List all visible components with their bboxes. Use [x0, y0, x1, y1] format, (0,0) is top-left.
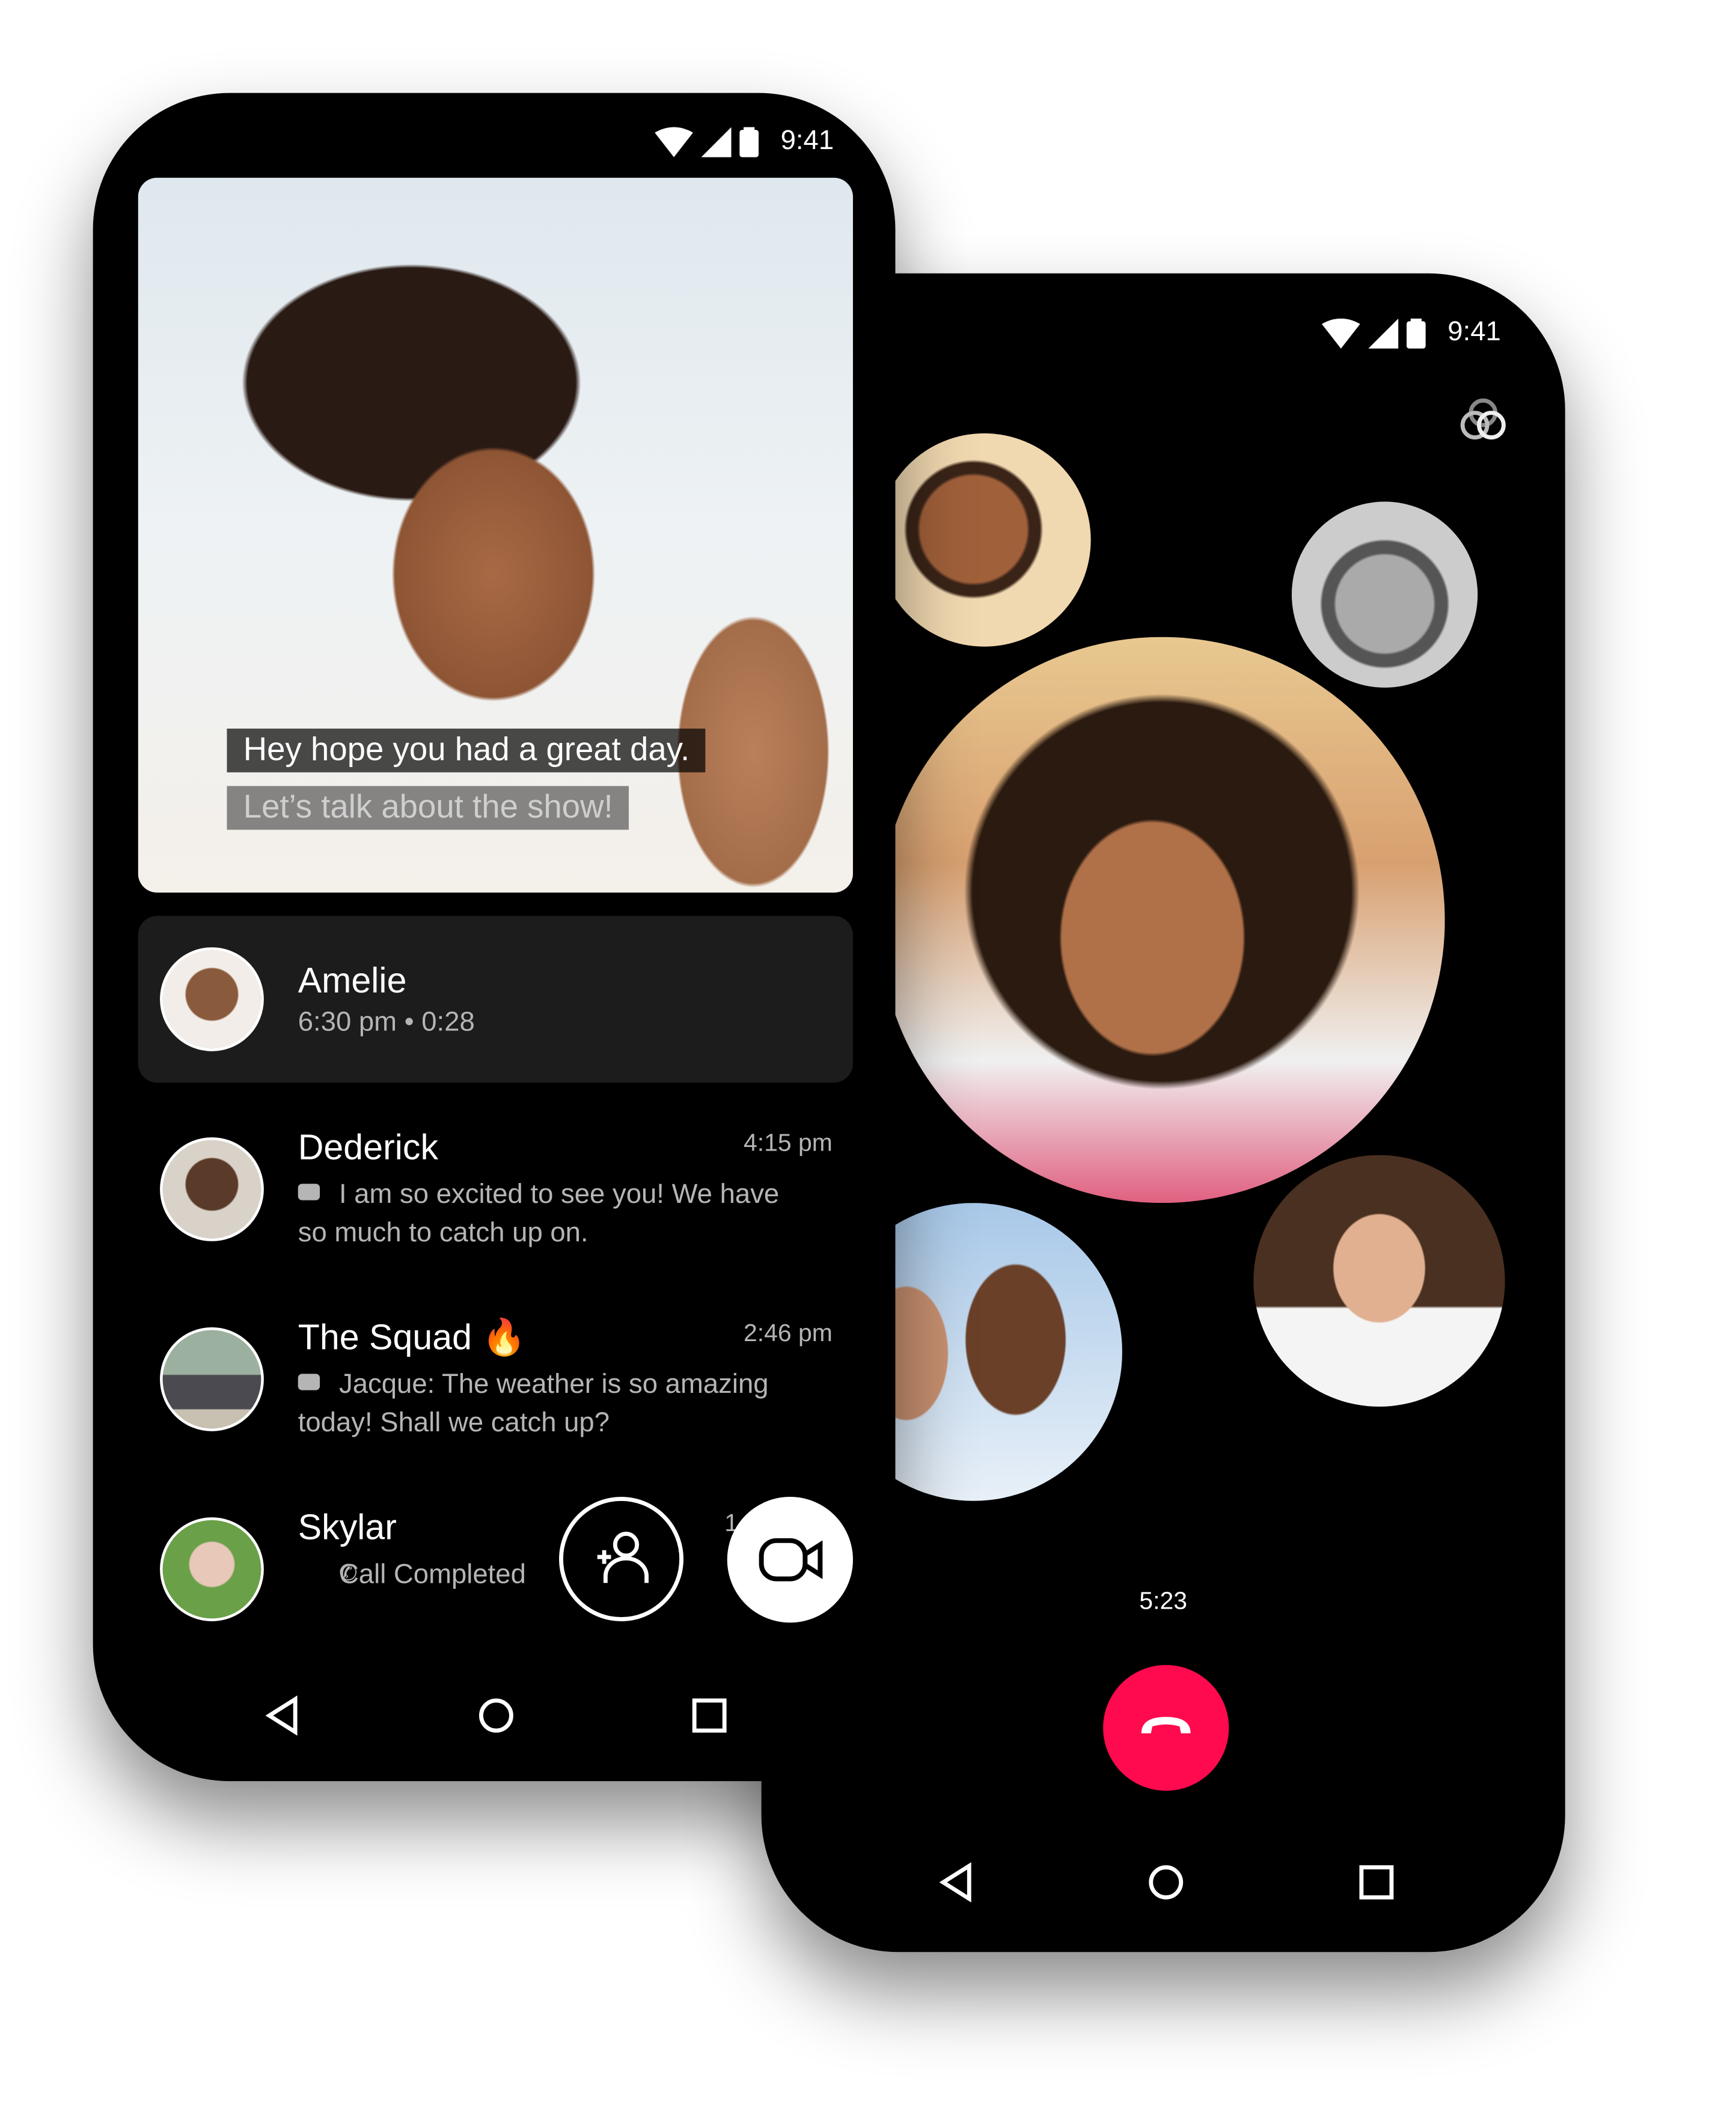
message-text: I am so excited to see you! We have so m… [298, 1179, 780, 1249]
participant-video-main[interactable] [879, 637, 1445, 1203]
battery-icon [739, 126, 759, 157]
caption-line-1: Hey hope you had a great day. [227, 729, 706, 772]
video-icon [298, 1374, 320, 1390]
wifi-icon [1322, 317, 1360, 348]
message-preview: I am so excited to see you! We have so m… [298, 1176, 790, 1252]
new-video-call-button[interactable] [727, 1497, 853, 1623]
avatar [160, 1517, 264, 1621]
message-preview: Jacque: The weather is so amazing today!… [298, 1366, 790, 1442]
recents-icon[interactable] [1356, 1862, 1397, 1903]
add-person-icon [597, 1532, 649, 1583]
message-time: 4:15 pm [743, 1129, 833, 1157]
active-call-card[interactable]: Amelie 6:30 pm • 0:28 [138, 916, 853, 1083]
add-person-button[interactable] [559, 1497, 683, 1621]
avatar [160, 947, 264, 1051]
conversation-row[interactable]: Dederick 4:15 pm I am so excited to see … [93, 1104, 896, 1268]
hang-up-icon [1141, 1717, 1191, 1734]
call-list-phone: 9:41 Hey hope you had a great day. Let’s… [93, 93, 896, 1782]
video-icon [298, 1184, 320, 1200]
message-text: Jacque: The weather is so amazing today!… [298, 1369, 769, 1439]
home-icon[interactable] [1146, 1862, 1187, 1903]
group-name: The Squad [298, 1316, 472, 1358]
call-detail: 6:30 pm • 0:28 [298, 1007, 475, 1038]
message-time: 2:46 pm [743, 1319, 833, 1347]
status-time: 9:41 [1447, 317, 1501, 347]
back-icon[interactable] [937, 1862, 977, 1903]
contact-name: The Squad 🔥 [298, 1316, 526, 1359]
conversation-row[interactable]: The Squad 🔥 2:46 pm Jacque: The weather … [93, 1294, 896, 1458]
participant-video[interactable] [1253, 1155, 1505, 1407]
video-message-preview[interactable]: Hey hope you had a great day. Let’s talk… [138, 177, 853, 893]
message-preview: ✆ Call Completed [298, 1556, 526, 1594]
avatar [160, 1137, 264, 1241]
participant-video[interactable] [1291, 501, 1478, 688]
phone-icon: ✆ [338, 1562, 358, 1586]
status-time: 9:41 [780, 126, 834, 156]
signal-icon [701, 126, 732, 157]
recents-icon[interactable] [689, 1695, 730, 1736]
contact-name: Dederick [298, 1126, 439, 1167]
caption-line-2: Let’s talk about the show! [227, 786, 629, 830]
fire-emoji: 🔥 [481, 1316, 527, 1358]
wifi-icon [655, 126, 694, 157]
home-icon[interactable] [475, 1695, 516, 1736]
battery-icon [1407, 317, 1426, 348]
effects-icon[interactable] [1453, 390, 1513, 450]
end-call-button[interactable] [1103, 1665, 1229, 1791]
back-icon[interactable] [263, 1695, 304, 1736]
video-camera-icon [759, 1538, 823, 1582]
contact-name: Amelie [298, 959, 407, 1001]
contact-name: Skylar [298, 1506, 397, 1548]
participant-video[interactable] [877, 433, 1091, 647]
avatar [160, 1327, 264, 1431]
status-bar: 9:41 [655, 126, 834, 157]
message-text: Call Completed [338, 1559, 526, 1590]
signal-icon [1368, 317, 1399, 348]
status-bar: 9:41 [1322, 317, 1501, 349]
